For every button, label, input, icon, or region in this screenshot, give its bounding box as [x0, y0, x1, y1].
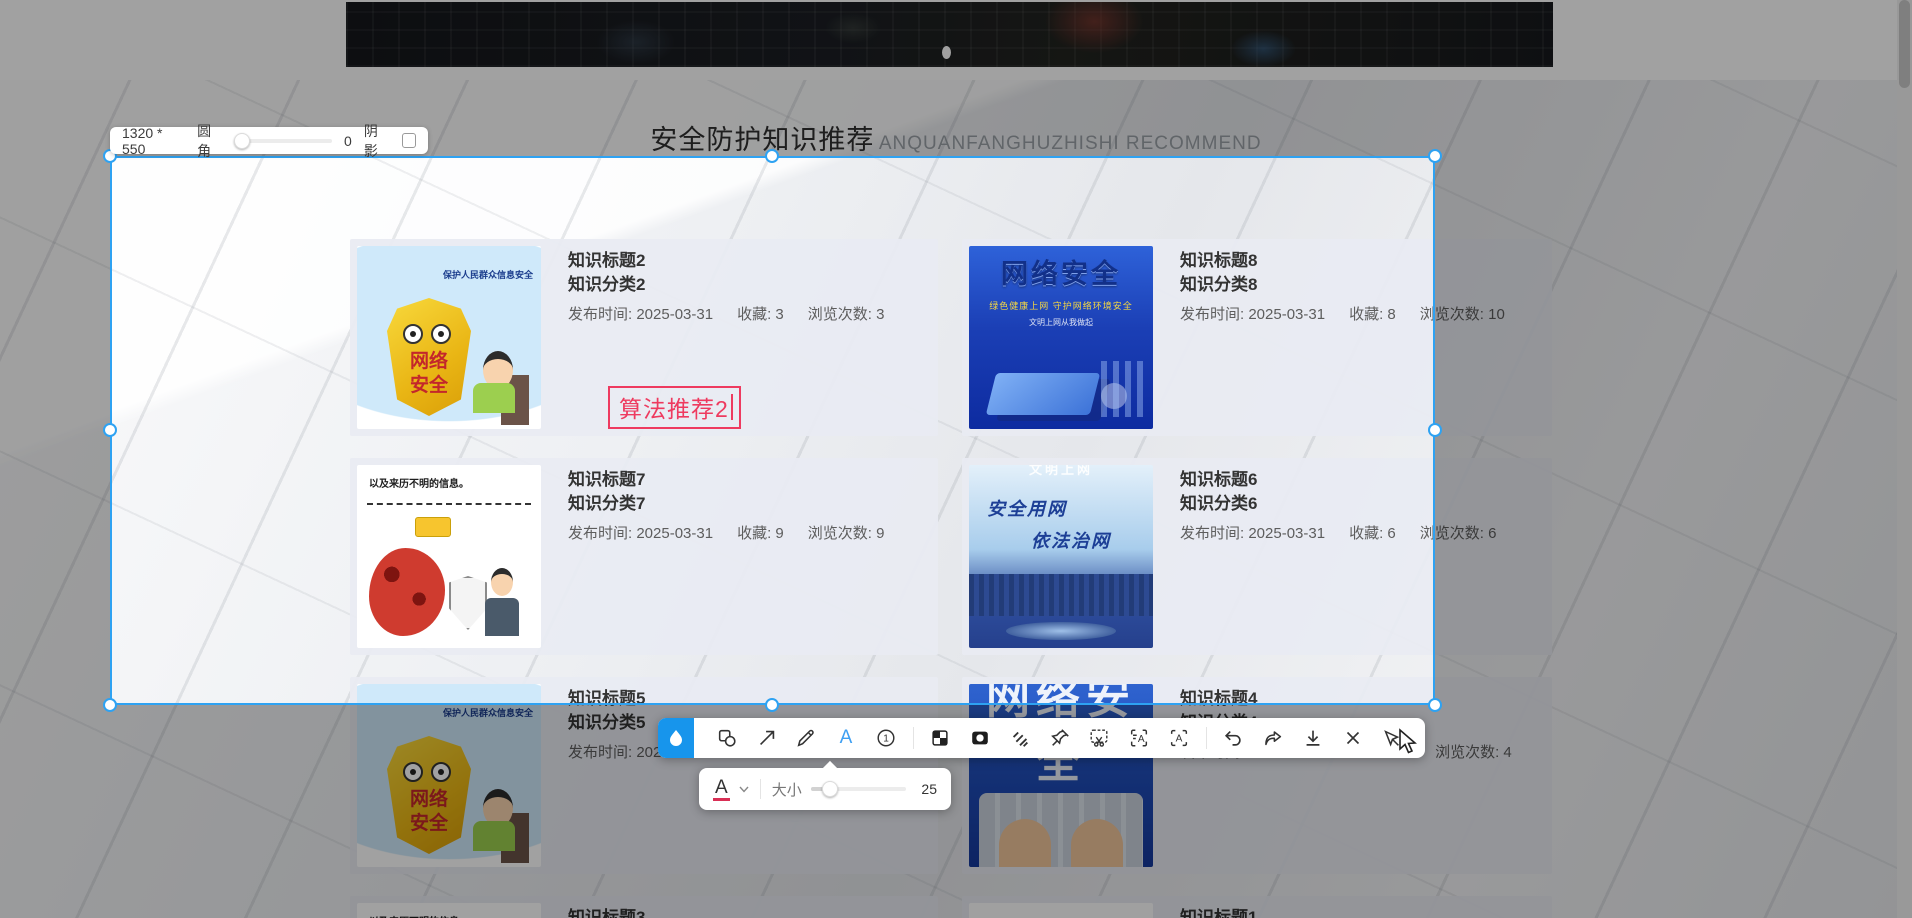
- selection-dimensions: 1320 * 550: [122, 125, 185, 157]
- text-annotation-content[interactable]: 算法推荐2: [619, 390, 729, 424]
- dim-overlay-left: [0, 156, 110, 705]
- mosaic-tool-icon[interactable]: [927, 725, 953, 751]
- text-cursor-caret: [731, 394, 733, 420]
- selection-handle-bottom-mid[interactable]: [765, 698, 779, 712]
- pin-tool-icon[interactable]: [1047, 725, 1073, 751]
- blur-hatch-tool-icon[interactable]: [1007, 725, 1033, 751]
- undo-icon[interactable]: [1220, 725, 1246, 751]
- toolbar-separator: [1206, 727, 1207, 749]
- pixpin-logo-icon[interactable]: [658, 718, 694, 758]
- selection-handle-mid-right[interactable]: [1428, 423, 1442, 437]
- ocr-area-tool-icon[interactable]: A: [1166, 725, 1192, 751]
- svg-text:A: A: [1175, 734, 1182, 745]
- size-label: 大小: [772, 779, 802, 800]
- selection-handle-bottom-right[interactable]: [1428, 698, 1442, 712]
- ocr-tool-icon[interactable]: A: [1126, 725, 1152, 751]
- selection-handle-mid-left[interactable]: [103, 423, 117, 437]
- pencil-tool-icon[interactable]: [793, 725, 819, 751]
- shadow-label: 阴影: [364, 121, 390, 161]
- selection-handle-top-mid[interactable]: [765, 149, 779, 163]
- selection-info-bar: 1320 * 550 圆角 0 阴影: [110, 127, 428, 154]
- corner-radius-value: 0: [344, 133, 352, 149]
- font-color-button[interactable]: A: [713, 777, 730, 801]
- size-value: 25: [921, 781, 937, 797]
- text-options-popup: A 大小 25: [699, 768, 951, 810]
- redo-icon[interactable]: [1260, 725, 1286, 751]
- corner-radius-label: 圆角: [197, 121, 223, 161]
- text-annotation-box[interactable]: 算法推荐2: [608, 386, 741, 429]
- dim-overlay-right: [1435, 156, 1912, 705]
- selection-handle-bottom-left[interactable]: [103, 698, 117, 712]
- text-tool-icon[interactable]: A: [833, 725, 859, 751]
- corner-radius-slider[interactable]: [235, 139, 332, 143]
- selection-handle-top-right[interactable]: [1428, 149, 1442, 163]
- download-icon[interactable]: [1300, 725, 1326, 751]
- close-icon[interactable]: [1340, 725, 1366, 751]
- spotlight-tool-icon[interactable]: [967, 725, 993, 751]
- screen: 安全防护知识推荐 ANQUANFANGHUZHISHI RECOMMEND 保护…: [0, 0, 1912, 918]
- svg-text:A: A: [1138, 734, 1145, 745]
- svg-text:1: 1: [883, 734, 889, 745]
- size-slider[interactable]: [811, 787, 906, 791]
- number-annotation-tool-icon[interactable]: 1: [873, 725, 899, 751]
- snip-toolbar: A 1 A A: [658, 718, 1425, 758]
- snip-selection-rectangle[interactable]: [110, 156, 1435, 705]
- arrow-tool-icon[interactable]: [754, 725, 780, 751]
- toolbar-separator: [913, 727, 914, 749]
- shadow-checkbox[interactable]: [402, 133, 416, 148]
- cutout-scissors-tool-icon[interactable]: [1086, 725, 1112, 751]
- popup-separator: [760, 779, 761, 799]
- mouse-cursor: [1394, 728, 1420, 761]
- chevron-down-icon[interactable]: [739, 786, 749, 793]
- shape-tool-icon[interactable]: [714, 725, 740, 751]
